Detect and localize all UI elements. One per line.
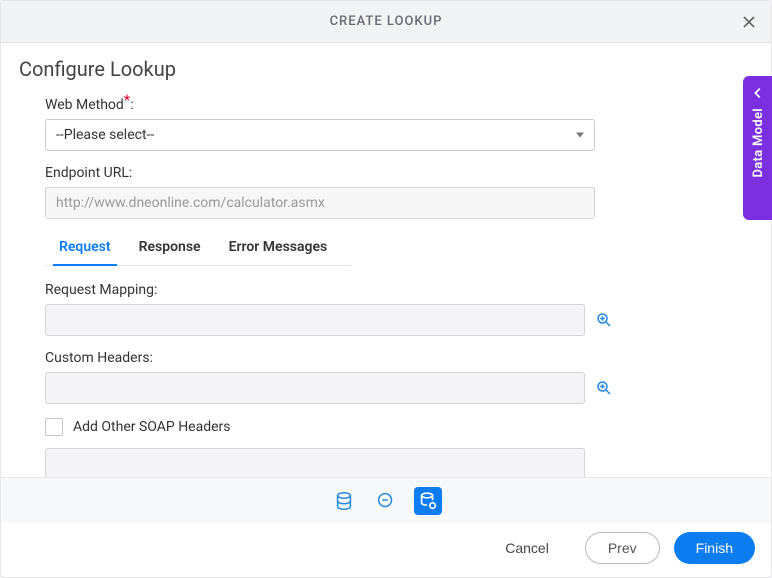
soap-headers-input[interactable] xyxy=(45,448,585,477)
request-mapping-label: Request Mapping: xyxy=(45,282,727,298)
web-method-selected-value: --Please select-- xyxy=(56,127,154,143)
step-lookup-icon[interactable] xyxy=(372,487,400,515)
endpoint-url-value: http://www.dneonline.com/calculator.asmx xyxy=(56,195,325,211)
custom-headers-label: Custom Headers: xyxy=(45,350,727,366)
tab-request[interactable]: Request xyxy=(59,233,111,265)
data-model-drawer-toggle[interactable]: Data Model xyxy=(743,76,772,220)
web-method-label: Web Method*: xyxy=(45,95,727,113)
zoom-icon[interactable] xyxy=(595,311,613,329)
web-method-select[interactable]: --Please select-- xyxy=(45,119,595,151)
add-soap-headers-checkbox[interactable] xyxy=(45,418,63,436)
step-database-icon[interactable] xyxy=(330,487,358,515)
zoom-icon[interactable] xyxy=(595,379,613,397)
cancel-button[interactable]: Cancel xyxy=(483,532,571,564)
configure-lookup-dialog: CREATE LOOKUP Configure Lookup Web Metho… xyxy=(0,0,772,578)
titlebar: CREATE LOOKUP xyxy=(1,1,771,43)
add-soap-headers-label: Add Other SOAP Headers xyxy=(73,419,231,435)
endpoint-url-label: Endpoint URL: xyxy=(45,165,727,181)
tabs: Request Response Error Messages xyxy=(45,233,351,266)
custom-headers-input[interactable] xyxy=(45,372,585,404)
dialog-title: CREATE LOOKUP xyxy=(330,14,443,29)
close-button[interactable] xyxy=(735,8,763,36)
prev-button[interactable]: Prev xyxy=(585,532,660,564)
close-icon xyxy=(741,14,757,30)
web-method-colon: : xyxy=(130,97,133,113)
step-configure-icon[interactable] xyxy=(414,487,442,515)
chevron-left-icon xyxy=(751,86,765,100)
data-model-label: Data Model xyxy=(751,108,766,177)
tab-response[interactable]: Response xyxy=(139,233,201,265)
request-panel: Request Mapping: Custom Headers: xyxy=(45,282,727,477)
steps-bar xyxy=(1,477,771,523)
request-mapping-input[interactable] xyxy=(45,304,585,336)
form-area: Web Method*: --Please select-- Endpoint … xyxy=(19,95,753,477)
finish-button[interactable]: Finish xyxy=(674,532,755,564)
dialog-body: Configure Lookup Web Method*: --Please s… xyxy=(1,43,771,477)
web-method-label-text: Web Method xyxy=(45,97,124,113)
tab-error-messages[interactable]: Error Messages xyxy=(229,233,328,265)
section-title: Configure Lookup xyxy=(19,57,753,81)
footer: Cancel Prev Finish xyxy=(1,523,771,577)
chevron-down-icon xyxy=(576,133,584,138)
endpoint-url-input[interactable]: http://www.dneonline.com/calculator.asmx xyxy=(45,187,595,219)
required-asterisk: * xyxy=(124,91,130,109)
